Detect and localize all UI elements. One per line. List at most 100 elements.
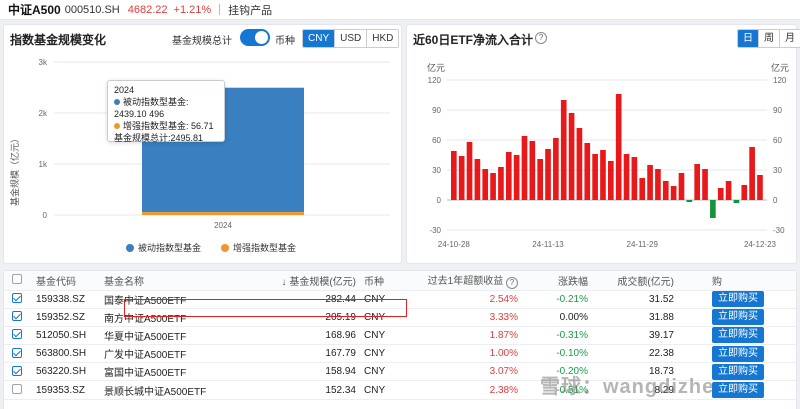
fund-code[interactable]: 159353.SZ [32,380,100,400]
inflow-bar [505,152,512,200]
fund-code[interactable]: 512050.SH [32,326,100,346]
inflow-bar [694,164,701,200]
y-tick-label-right: 0 [773,196,778,205]
inflow-bar [584,143,591,200]
row-checkbox[interactable] [12,311,22,322]
header-currency[interactable]: 币种 [360,271,422,291]
y-tick-label: 0 [43,211,48,220]
table-header-row: 基金代码 基金名称 ↓ 基金规模(亿元) 币种 过去1年超额收益 ? 涨跌幅 成… [4,271,796,291]
fund-code[interactable]: 159352.SZ [32,308,100,327]
buy-button[interactable]: 立即购买 [712,309,764,326]
header-scale[interactable]: ↓ 基金规模(亿元) [260,271,360,291]
legend-enhanced[interactable]: 增强指数型基金 [221,241,296,254]
fund-name[interactable]: 南方中证A500ETF [100,308,260,327]
table-row[interactable]: 563800.SH 广发中证A500ETF 167.79 CNY 1.00% -0.10%… [4,344,796,364]
inflow-bar [655,169,661,200]
fund-scale-panel: 指数基金规模变化 基金规模总计 币种 CNY USD HKD 基金规模（亿元） … [3,24,402,264]
x-tick-label: 24-12-23 [744,240,777,249]
buy-button[interactable]: 立即购买 [712,345,764,362]
y-tick-label-right: 120 [773,76,787,85]
fund-excess-return: 3.07% [422,362,522,382]
header-change[interactable]: 涨跌幅 [522,271,592,291]
inflow-bar [451,151,457,200]
inflow-bar [678,173,685,200]
index-header: 中证A500 000510.SH 4682.22 +1.21% 挂钩产品 [0,0,800,20]
fund-turnover: 31.88 [592,308,678,327]
table-row[interactable]: 159352.SZ 南方中证A500ETF 205.19 CNY 3.33% 0.00% 3… [4,308,796,327]
fund-excess-return: 1.87% [422,326,522,346]
fund-name[interactable]: 景顺长城中证A500ETF [100,380,260,400]
inflow-bar [466,142,473,200]
table-row[interactable]: 512050.SH 华夏中证A500ETF 168.96 CNY 1.87% -0.31%… [4,326,796,346]
select-all-checkbox[interactable] [12,274,22,285]
inflow-bar [498,167,504,200]
sort-down-icon[interactable]: ↓ [282,277,287,288]
legend-passive[interactable]: 被动指数型基金 [126,241,201,254]
inflow-bar [757,175,763,200]
inflow-bar [576,128,583,200]
header-code[interactable]: 基金代码 [32,271,100,291]
y-tick-label-left: 120 [428,76,442,85]
row-checkbox[interactable] [12,384,22,395]
y-tick-label-left: 30 [432,166,441,175]
inflow-bar [529,141,536,200]
fund-scale: 282.44 [260,290,360,309]
fund-currency: CNY [360,362,422,382]
linked-products-link[interactable]: 挂钩产品 [228,2,272,18]
fund-scale: 158.94 [260,362,360,382]
inflow-bar [608,161,614,200]
row-checkbox[interactable] [12,347,22,358]
buy-button[interactable]: 立即购买 [712,327,764,344]
fund-scale: 152.34 [260,380,360,400]
inflow-bar [568,113,575,200]
table-row[interactable]: 159353.SZ 景顺长城中证A500ETF 152.34 CNY 2.38% -0.5… [4,380,796,400]
buy-button[interactable]: 立即购买 [712,382,764,399]
fund-turnover: 31.52 [592,290,678,309]
fund-name[interactable]: 国泰中证A500ETF [100,290,260,309]
x-tick-label: 2024 [214,221,232,230]
fund-name[interactable]: 华夏中证A500ETF [100,326,260,346]
fund-code[interactable]: 563800.SH [32,344,100,364]
row-checkbox[interactable] [12,329,22,340]
table-row[interactable]: 159338.SZ 国泰中证A500ETF 282.44 CNY 2.54% -0.21%… [4,290,796,309]
table-row[interactable]: 563220.SH 富国中证A500ETF 158.94 CNY 3.07% -0.20%… [4,362,796,382]
header-name[interactable]: 基金名称 [100,271,260,291]
y-tick-label-left: 60 [432,136,441,145]
buy-button[interactable]: 立即购买 [712,363,764,380]
index-price: 4682.22 [127,3,168,16]
fund-scale: 167.79 [260,344,360,364]
fund-name[interactable]: 富国中证A500ETF [100,362,260,382]
inflow-bar [662,181,669,200]
inflow-bar [741,185,748,200]
inflow-bar [639,178,646,200]
etf-inflow-chart: 亿元 亿元 120 120 90 90 60 60 30 30 0 0 -30 -30 24-10-28… [427,62,789,249]
row-checkbox[interactable] [12,365,22,376]
divider [219,4,221,15]
inflow-bar [545,149,551,200]
fund-name[interactable]: 广发中证A500ETF [100,344,260,364]
fund-scale: 205.19 [260,308,360,327]
y-tick-label-left: 90 [432,106,441,115]
fund-scale-tooltip: 2024 被动指数型基金: 2439.10 496 增强指数型基金: 56.71… [107,80,225,143]
fund-code[interactable]: 159338.SZ [32,290,100,309]
fund-scale-y-label: 基金规模（亿元） [9,134,20,206]
y-tick-label-right: 30 [773,166,782,175]
fund-currency: CNY [360,308,422,327]
inflow-bar [733,200,740,203]
row-checkbox[interactable] [12,293,22,304]
header-excess[interactable]: 过去1年超额收益 ? [422,271,522,291]
tooltip-total: 基金规模总计:2495.81 [114,133,204,143]
fund-currency: CNY [360,326,422,346]
buy-button[interactable]: 立即购买 [712,291,764,308]
bar-enhanced [142,212,304,215]
header-turnover[interactable]: 成交额(亿元) [592,271,678,291]
inflow-bar [647,165,653,200]
y-tick-label-left: -30 [429,226,441,235]
fund-table: 基金代码 基金名称 ↓ 基金规模(亿元) 币种 过去1年超额收益 ? 涨跌幅 成… [4,271,796,400]
fund-code[interactable]: 563220.SH [32,362,100,382]
tooltip-enhanced: 增强指数型基金: 56.71 [114,120,218,132]
etf-inflow-panel: 近60日ETF净流入合计 ? 日 周 月 亿元 亿元 120 120 90 90 60 6… [406,24,800,264]
flow-unit-left: 亿元 [427,62,445,73]
fund-excess-return: 2.54% [422,290,522,309]
fund-turnover: 18.73 [592,362,678,382]
